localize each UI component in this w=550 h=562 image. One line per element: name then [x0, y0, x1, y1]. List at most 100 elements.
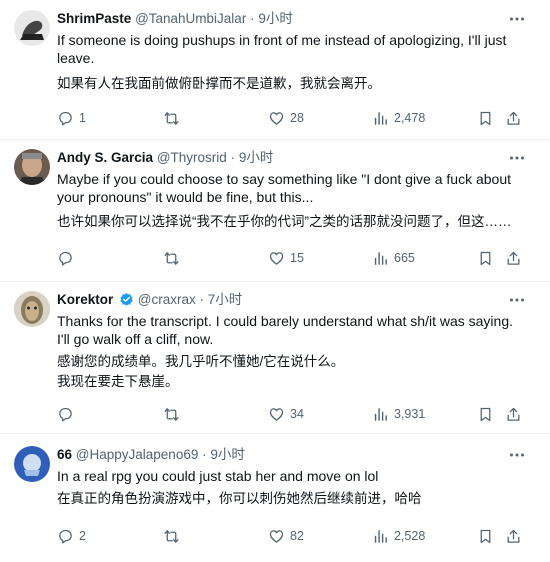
action-bar: 2 82 2,528	[0, 526, 550, 546]
retweet-button[interactable]	[163, 248, 185, 268]
tweet-translation: 在真正的角色扮演游戏中，你可以刺伤她然后继续前进，哈哈	[57, 491, 422, 506]
views-button[interactable]: 665	[372, 248, 415, 268]
bookmark-button[interactable]	[477, 108, 494, 128]
like-icon	[269, 111, 284, 125]
views-count: 665	[394, 251, 415, 265]
display-name[interactable]: 66	[57, 447, 72, 462]
views-button[interactable]: 2,528	[372, 526, 425, 546]
tweet-header: Andy S. Garcia @Thyrosrid · 9小时	[57, 150, 274, 165]
bookmark-button[interactable]	[477, 248, 494, 268]
more-icon[interactable]	[508, 10, 526, 28]
bookmark-button[interactable]	[477, 404, 494, 424]
share-button[interactable]	[505, 526, 522, 546]
like-count: 28	[290, 111, 304, 125]
display-name[interactable]: ShrimPaste	[57, 11, 131, 26]
bookmark-icon	[480, 111, 491, 125]
share-button[interactable]	[505, 404, 522, 424]
tweet-text: In a real rpg you could just stab her an…	[57, 468, 379, 484]
tweet[interactable]: Andy S. Garcia @Thyrosrid · 9小时 Maybe if…	[0, 140, 550, 282]
tweet-text: Maybe if you could choose to say somethi…	[57, 171, 512, 205]
action-bar: 15 665	[0, 248, 550, 268]
share-button[interactable]	[505, 108, 522, 128]
tweet-text: If someone is doing pushups in front of …	[57, 32, 507, 66]
tweet-header: Korektor @craxrax · 7小时	[57, 292, 243, 307]
like-icon	[269, 529, 284, 543]
more-icon[interactable]	[508, 149, 526, 167]
reply-count: 1	[79, 111, 86, 125]
tweet-text: Thanks for the transcript. I could barel…	[57, 313, 514, 347]
like-count: 15	[290, 251, 304, 265]
tweet-translation: 也许如果你可以选择说“我不在乎你的代词”之类的话那就没问题了，但这……	[57, 214, 512, 229]
more-icon[interactable]	[508, 446, 526, 464]
like-button[interactable]: 15	[268, 248, 304, 268]
action-bar: 34 3,931	[0, 404, 550, 424]
reply-button[interactable]: 2	[57, 526, 86, 546]
reply-button[interactable]	[57, 248, 79, 268]
timestamp[interactable]: 7小时	[208, 292, 243, 307]
tweet-translation: 感谢您的成绩单。我几乎听不懂她/它在说什么。 我现在要走下悬崖。	[57, 354, 345, 389]
like-count: 34	[290, 407, 304, 421]
views-icon	[374, 251, 387, 265]
user-handle[interactable]: @TanahUmbiJalar	[135, 11, 246, 26]
share-icon	[507, 111, 520, 125]
display-name[interactable]: Korektor	[57, 292, 113, 307]
avatar[interactable]	[14, 291, 50, 327]
reply-icon	[59, 407, 72, 422]
bookmark-button[interactable]	[477, 526, 494, 546]
verified-badge-icon	[120, 292, 133, 306]
share-icon	[507, 251, 520, 265]
views-button[interactable]: 3,931	[372, 404, 425, 424]
views-count: 2,528	[394, 529, 426, 543]
display-name[interactable]: Andy S. Garcia	[57, 150, 153, 165]
retweet-icon	[164, 529, 179, 543]
user-handle[interactable]: @HappyJalapeno69	[76, 447, 199, 462]
tweet-header: ShrimPaste @TanahUmbiJalar · 9小时	[57, 11, 293, 26]
views-icon	[374, 407, 387, 421]
like-icon	[269, 251, 284, 265]
retweet-icon	[164, 251, 179, 265]
retweet-icon	[164, 407, 179, 421]
bookmark-icon	[480, 529, 491, 543]
retweet-button[interactable]	[163, 108, 185, 128]
share-button[interactable]	[505, 248, 522, 268]
timestamp[interactable]: 9小时	[210, 447, 245, 462]
tweet-translation: 如果有人在我面前做俯卧撑而不是道歉，我就会离开。	[57, 76, 381, 91]
reply-feed: ShrimPaste @TanahUmbiJalar · 9小时 If some…	[0, 0, 550, 562]
retweet-icon	[164, 111, 179, 125]
timestamp[interactable]: 9小时	[258, 11, 293, 26]
reply-icon	[59, 251, 72, 266]
like-button[interactable]: 28	[268, 108, 304, 128]
avatar[interactable]	[14, 10, 50, 46]
like-icon	[269, 407, 284, 421]
like-count: 82	[290, 529, 304, 543]
tweet[interactable]: 66 @HappyJalapeno69 · 9小时 In a real rpg …	[0, 434, 550, 562]
action-bar: 1 28 2,478	[0, 108, 550, 128]
views-icon	[374, 111, 387, 125]
reply-count: 2	[79, 529, 86, 543]
views-button[interactable]: 2,478	[372, 108, 425, 128]
tweet[interactable]: ShrimPaste @TanahUmbiJalar · 9小时 If some…	[0, 0, 550, 140]
retweet-button[interactable]	[163, 526, 185, 546]
avatar[interactable]	[14, 446, 50, 482]
share-icon	[507, 529, 520, 543]
retweet-button[interactable]	[163, 404, 185, 424]
bookmark-icon	[480, 251, 491, 265]
views-icon	[374, 529, 387, 543]
reply-icon	[59, 529, 72, 544]
timestamp[interactable]: 9小时	[239, 150, 274, 165]
share-icon	[507, 407, 520, 421]
reply-button[interactable]	[57, 404, 79, 424]
reply-icon	[59, 111, 72, 126]
views-count: 3,931	[394, 407, 426, 421]
user-handle[interactable]: @craxrax	[138, 292, 196, 307]
avatar[interactable]	[14, 149, 50, 185]
reply-button[interactable]: 1	[57, 108, 86, 128]
like-button[interactable]: 34	[268, 404, 304, 424]
user-handle[interactable]: @Thyrosrid	[157, 150, 227, 165]
tweet[interactable]: Korektor @craxrax · 7小时 Thanks for the t…	[0, 282, 550, 434]
more-icon[interactable]	[508, 291, 526, 309]
bookmark-icon	[480, 407, 491, 421]
views-count: 2,478	[394, 111, 426, 125]
like-button[interactable]: 82	[268, 526, 304, 546]
tweet-header: 66 @HappyJalapeno69 · 9小时	[57, 447, 245, 462]
